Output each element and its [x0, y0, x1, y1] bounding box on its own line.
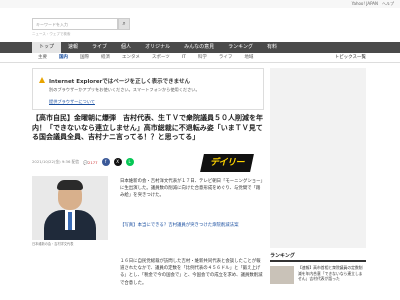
tab-entertainment[interactable]: エンタメ: [116, 53, 146, 63]
article-headline: 【高市自民】金曜朝に爆弾 吉村代表、生ＴＶで衆院議員５０人削減を年内！「できない…: [32, 114, 263, 141]
nav-item-original[interactable]: オリジナル: [138, 42, 177, 53]
nav-item-top[interactable]: トップ: [32, 42, 62, 53]
photo-hair: [57, 180, 83, 190]
top-utility-bar: Yahoo! JAPAN ヘルプ: [0, 0, 400, 8]
search-row: キーワードを入力 ⌕ ニュース・ウェブで検索: [0, 8, 400, 42]
article-paragraph-1: 日本維新の会・吉村洋文代表が１７日、テレビ朝日「モーニングショー」に生出演した。…: [120, 179, 263, 199]
utility-links[interactable]: Yahoo! JAPAN ヘルプ: [352, 0, 394, 8]
topics-list-link[interactable]: トピックス一覧: [335, 53, 366, 63]
tab-science[interactable]: 科学: [192, 53, 213, 63]
tab-economy[interactable]: 経済: [95, 53, 116, 63]
tab-domestic[interactable]: 国内: [53, 53, 74, 63]
x-share-icon[interactable]: X: [113, 158, 122, 166]
sidebar-ad-placeholder: [270, 68, 366, 248]
photo-tie: [68, 212, 72, 230]
related-photo-link[interactable]: 【写真】本当にできる？吉村議員が突きつけた衆院削減法案: [120, 222, 264, 229]
nav-item-ranking[interactable]: ランキング: [221, 42, 260, 53]
browser-warning: Internet Explorerではページを正しく表示できません 別のブラウザ…: [32, 68, 264, 110]
search-input[interactable]: キーワードを入力: [32, 18, 118, 30]
nav-item-live[interactable]: ライブ: [85, 42, 114, 53]
article-photo[interactable]: [32, 176, 108, 240]
main-navigation: トップ 速報 ライブ 個人 オリジナル みんなの意見 ランキング 有料: [0, 42, 400, 53]
tab-it[interactable]: IT: [176, 53, 192, 63]
category-tabs: 主要 国内 国際 経済 エンタメ スポーツ IT 科学 ライフ 地域 トピックス…: [0, 53, 400, 63]
photo-caption: 日本維新の会・吉村洋文代表: [32, 242, 74, 246]
nav-item-personal[interactable]: 個人: [114, 42, 138, 53]
tab-main[interactable]: 主要: [32, 53, 53, 63]
search-icon: ⌕: [122, 20, 126, 27]
warning-body: 別のブラウザーかアプリをお使いください。スマートフォンから使用ください。: [49, 87, 200, 92]
comment-count-value: 2177: [87, 159, 98, 165]
comment-count[interactable]: 💬2177: [83, 160, 97, 165]
tab-local[interactable]: 地域: [238, 53, 259, 63]
article-meta: 2021/10/22(金) 9:36 配信 💬2177 f X L: [32, 158, 134, 166]
nav-item-paid[interactable]: 有料: [260, 42, 284, 53]
warning-icon: [39, 77, 45, 83]
line-share-icon[interactable]: L: [125, 158, 134, 166]
search-hint: ニュース・ウェブで検索: [32, 32, 71, 36]
tab-international[interactable]: 国際: [74, 53, 95, 63]
search-placeholder: キーワードを入力: [36, 22, 68, 27]
warning-title: Internet Explorerではページを正しく表示できません: [49, 79, 191, 85]
facebook-share-icon[interactable]: f: [101, 158, 110, 166]
ranking-item-text[interactable]: 【速報】高市首相と衆院議員の定数削減を年内合意「できないなら連立しません」吉村代…: [298, 265, 366, 282]
tab-sports[interactable]: スポーツ: [146, 53, 176, 63]
nav-item-opinions[interactable]: みんなの意見: [177, 42, 221, 53]
warning-link[interactable]: 提供ブラウザーについて: [49, 99, 95, 105]
publisher-logo-text: デイリー: [209, 158, 244, 168]
publish-date: 2021/10/22(金) 9:36 配信: [32, 159, 80, 164]
search-button[interactable]: ⌕: [118, 18, 130, 30]
nav-item-breaking[interactable]: 速報: [61, 42, 85, 53]
tab-life[interactable]: ライフ: [213, 53, 239, 63]
publisher-logo[interactable]: デイリー: [200, 154, 254, 172]
ranking-title: ランキング: [270, 252, 366, 262]
article-paragraph-2: １６日に自民党総裁が訪問した吉村・維新共同代表と会談したことが報道されたなかで、…: [120, 259, 263, 286]
ranking-thumbnail[interactable]: [270, 266, 294, 284]
